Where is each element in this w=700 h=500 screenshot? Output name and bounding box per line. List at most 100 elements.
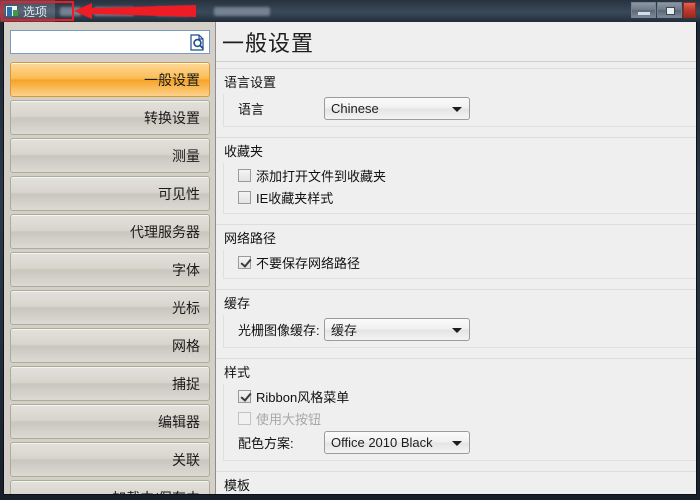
combo-row: 光栅图像缓存: 缓存 bbox=[238, 317, 696, 341]
group-5: 模板使用模板模板名 bbox=[216, 471, 696, 494]
chevron-down-icon[interactable] bbox=[452, 106, 462, 112]
checkbox-row: 使用大按钮 bbox=[238, 408, 696, 429]
sidebar-item-10[interactable]: 关联 bbox=[10, 442, 210, 477]
group-title: 网络路径 bbox=[224, 231, 277, 246]
options-window: 选项 一般设置 转换设置 测量 可见性 代理服务器 字体 光标 网格 捕捉 编辑… bbox=[0, 0, 700, 500]
sidebar-item-label: 字体 bbox=[172, 261, 200, 278]
window-tab-ghost-3[interactable] bbox=[151, 0, 209, 22]
close-button[interactable] bbox=[683, 2, 696, 18]
sidebar-item-6[interactable]: 光标 bbox=[10, 290, 210, 325]
search-icon[interactable] bbox=[189, 34, 206, 51]
sidebar-item-11[interactable]: 加载中/保存中 bbox=[10, 480, 210, 494]
group-inner: 语言 Chinese bbox=[223, 94, 696, 127]
group-3: 缓存 光栅图像缓存: 缓存 bbox=[216, 289, 696, 354]
window-tab-ghost-4[interactable] bbox=[209, 0, 285, 22]
sidebar-item-label: 捕捉 bbox=[172, 375, 200, 392]
settings-groups: 语言设置语言 Chinese 收藏夹添加打开文件到收藏夹 IE收藏夹样式网络路径不要保… bbox=[216, 68, 696, 494]
title-bar-tabs: 选项 bbox=[0, 0, 285, 22]
combo-value: 缓存 bbox=[331, 322, 358, 338]
checkbox-row[interactable]: Ribbon风格菜单 bbox=[238, 386, 696, 407]
window-tab-ghost-1[interactable] bbox=[55, 0, 89, 22]
group-1: 收藏夹添加打开文件到收藏夹 IE收藏夹样式 bbox=[216, 137, 696, 220]
sidebar-item-label: 加载中/保存中 bbox=[112, 488, 200, 495]
checkbox-label: 不要保存网络路径 bbox=[256, 256, 361, 271]
page-title: 一般设置 bbox=[222, 31, 315, 56]
checkbox-label: 添加打开文件到收藏夹 bbox=[256, 169, 387, 184]
combo-box[interactable]: Office 2010 Black bbox=[324, 430, 470, 454]
checkbox-icon[interactable] bbox=[238, 169, 251, 182]
checkbox-row[interactable]: 添加打开文件到收藏夹 bbox=[238, 165, 696, 186]
group-title: 收藏夹 bbox=[224, 144, 264, 159]
checkbox-icon[interactable] bbox=[238, 256, 251, 269]
minimize-icon bbox=[638, 12, 650, 15]
checkbox-label: 使用大按钮 bbox=[256, 412, 322, 427]
checkbox-row[interactable]: IE收藏夹样式 bbox=[238, 187, 696, 208]
group-body: Ribbon风格菜单 使用大按钮配色方案: Office 2010 Black bbox=[224, 384, 696, 454]
main-panel: 一般设置 语言设置语言 Chinese 收藏夹添加打开文件到收藏夹 IE收藏夹样式网络… bbox=[216, 22, 696, 494]
sidebar-item-3[interactable]: 可见性 bbox=[10, 176, 210, 211]
title-divider bbox=[216, 61, 696, 62]
combo-value: Chinese bbox=[331, 100, 379, 116]
sidebar-item-label: 一般设置 bbox=[144, 71, 200, 88]
chevron-down-icon[interactable] bbox=[452, 327, 462, 333]
chevron-down-icon[interactable] bbox=[452, 440, 462, 446]
sidebar-item-label: 网格 bbox=[172, 337, 200, 354]
maximize-icon bbox=[666, 7, 675, 15]
group-inner: 添加打开文件到收藏夹 IE收藏夹样式 bbox=[223, 163, 696, 214]
search-box[interactable] bbox=[10, 30, 210, 54]
checkbox-icon[interactable] bbox=[238, 191, 251, 204]
sidebar-item-label: 代理服务器 bbox=[130, 223, 200, 240]
sidebar: 一般设置转换设置测量可见性代理服务器字体光标网格捕捉编辑器关联加载中/保存中 bbox=[4, 22, 216, 494]
group-inner: 不要保存网络路径 bbox=[223, 250, 696, 279]
search-input[interactable] bbox=[11, 32, 209, 52]
options-app-icon bbox=[5, 5, 18, 17]
window-tab-options[interactable]: 选项 bbox=[0, 0, 56, 22]
checkbox-row[interactable]: 不要保存网络路径 bbox=[238, 252, 696, 273]
title-bar: 选项 bbox=[0, 0, 700, 22]
sidebar-item-7[interactable]: 网格 bbox=[10, 328, 210, 363]
group-2: 网络路径不要保存网络路径 bbox=[216, 224, 696, 285]
combo-row: 语言 Chinese bbox=[238, 96, 696, 120]
checkbox-icon[interactable] bbox=[238, 390, 251, 403]
combo-row: 配色方案: Office 2010 Black bbox=[238, 430, 696, 454]
sidebar-item-5[interactable]: 字体 bbox=[10, 252, 210, 287]
window-tab-ghost-2[interactable] bbox=[89, 0, 151, 22]
group-inner: Ribbon风格菜单 使用大按钮配色方案: Office 2010 Black bbox=[223, 384, 696, 461]
ghost-tab-label bbox=[156, 6, 191, 16]
combo-label: 光栅图像缓存: bbox=[238, 322, 320, 338]
sidebar-item-4[interactable]: 代理服务器 bbox=[10, 214, 210, 249]
sidebar-item-label: 转换设置 bbox=[144, 109, 200, 126]
combo-label: 语言 bbox=[238, 101, 265, 117]
maximize-button[interactable] bbox=[657, 2, 682, 18]
ghost-tab-label bbox=[214, 6, 271, 16]
group-body: 不要保存网络路径 bbox=[224, 250, 696, 273]
sidebar-item-0[interactable]: 一般设置 bbox=[10, 62, 210, 97]
checkbox-icon bbox=[238, 412, 251, 425]
group-body: 光栅图像缓存: 缓存 bbox=[224, 315, 696, 341]
combo-label: 配色方案: bbox=[238, 435, 294, 451]
group-4: 样式 Ribbon风格菜单 使用大按钮 配色方案: Office 2010 Black bbox=[216, 358, 696, 467]
group-title: 缓存 bbox=[224, 296, 251, 311]
minimize-button[interactable] bbox=[631, 2, 656, 18]
client-area: 一般设置转换设置测量可见性代理服务器字体光标网格捕捉编辑器关联加载中/保存中 一… bbox=[3, 22, 697, 495]
sidebar-nav-list: 一般设置转换设置测量可见性代理服务器字体光标网格捕捉编辑器关联加载中/保存中 bbox=[4, 61, 215, 494]
ghost-tab-label bbox=[60, 6, 82, 16]
combo-box[interactable]: Chinese bbox=[324, 96, 470, 120]
sidebar-item-9[interactable]: 编辑器 bbox=[10, 404, 210, 439]
sidebar-item-1[interactable]: 转换设置 bbox=[10, 100, 210, 135]
group-0: 语言设置语言 Chinese bbox=[216, 68, 696, 133]
sidebar-item-2[interactable]: 测量 bbox=[10, 138, 210, 173]
group-body: 语言 Chinese bbox=[224, 94, 696, 120]
checkbox-label: Ribbon风格菜单 bbox=[256, 390, 350, 405]
combo-value: Office 2010 Black bbox=[331, 434, 433, 450]
search-container bbox=[4, 22, 215, 61]
window-title: 选项 bbox=[23, 4, 48, 19]
combo-box[interactable]: 缓存 bbox=[324, 317, 470, 341]
sidebar-item-label: 可见性 bbox=[158, 185, 200, 202]
ghost-tab-label bbox=[94, 6, 135, 16]
group-body: 添加打开文件到收藏夹 IE收藏夹样式 bbox=[224, 163, 696, 208]
sidebar-item-label: 关联 bbox=[172, 451, 200, 468]
sidebar-item-label: 光标 bbox=[172, 299, 200, 316]
group-title: 语言设置 bbox=[224, 75, 277, 90]
sidebar-item-8[interactable]: 捕捉 bbox=[10, 366, 210, 401]
